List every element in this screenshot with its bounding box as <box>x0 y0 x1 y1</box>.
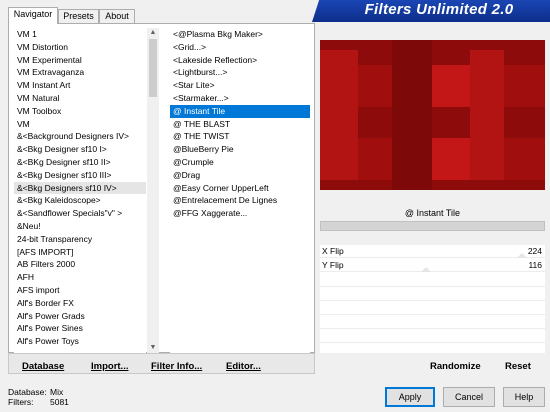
scroll-down-icon[interactable]: ▼ <box>147 343 159 353</box>
filter-item[interactable]: @BlueBerry Pie <box>170 143 310 156</box>
database-button[interactable]: Database <box>22 361 64 373</box>
category-item[interactable]: VM Toolbox <box>14 105 146 118</box>
param-label: Y Flip <box>322 260 344 270</box>
reset-button[interactable]: Reset <box>505 361 531 372</box>
param-row-empty <box>320 286 545 287</box>
filter-item[interactable]: @Entrelacement De Lignes <box>170 194 310 207</box>
cancel-button[interactable]: Cancel <box>443 387 495 407</box>
randomize-button[interactable]: Randomize <box>430 361 481 372</box>
tab-navigator[interactable]: Navigator <box>8 7 58 24</box>
category-item[interactable]: Alf's Power Sines <box>14 322 146 335</box>
filter-item[interactable]: @FFG Xaggerate... <box>170 207 310 220</box>
filters-count-label: Filters: <box>8 397 34 407</box>
database-status-label: Database: <box>8 387 47 397</box>
param-row-empty <box>320 342 545 343</box>
preview-band <box>470 50 504 180</box>
tab-about[interactable]: About <box>99 9 135 23</box>
category-item[interactable]: &<Bkg Designer sf10 I> <box>14 143 146 156</box>
category-item[interactable]: VM Instant Art <box>14 79 146 92</box>
category-item[interactable]: &<Bkg Kaleidoscope> <box>14 194 146 207</box>
category-item[interactable]: VM Distortion <box>14 41 146 54</box>
filter-item[interactable]: <Lightburst...> <box>170 66 310 79</box>
category-item[interactable]: VM Experimental <box>14 54 146 67</box>
import-button[interactable]: Import... <box>91 361 128 373</box>
category-list[interactable]: VM 1 VM Distortion VM Experimental VM Extra… <box>14 28 146 353</box>
param-x-flip[interactable]: X Flip 224 <box>320 245 545 258</box>
param-row-empty <box>320 300 545 301</box>
progress-bar <box>320 221 545 231</box>
category-item[interactable]: &<Sandflower Specials"v" > <box>14 207 146 220</box>
category-item[interactable]: Alf's Border FX <box>14 297 146 310</box>
filter-item[interactable]: <Grid...> <box>170 41 310 54</box>
filter-item[interactable]: <@Plasma Bkg Maker> <box>170 28 310 41</box>
category-item[interactable]: &<Bkg Designer sf10 III> <box>14 169 146 182</box>
help-button[interactable]: Help <box>503 387 545 407</box>
category-item[interactable]: VM Extravaganza <box>14 66 146 79</box>
param-label: X Flip <box>322 246 344 256</box>
filter-item[interactable]: @ THE BLAST <box>170 118 310 131</box>
param-row-empty <box>320 314 545 315</box>
category-item[interactable]: AFH <box>14 271 146 284</box>
filter-item[interactable]: @Easy Corner UpperLeft <box>170 182 310 195</box>
parameter-list: X Flip 224 Y Flip 116 <box>320 245 545 353</box>
slider-thumb[interactable] <box>421 267 431 272</box>
preview-band <box>320 50 358 180</box>
preview-band <box>432 138 470 180</box>
slider-thumb[interactable] <box>517 253 527 258</box>
category-item[interactable]: &<Background Designers IV> <box>14 130 146 143</box>
category-scrollbar[interactable]: ▲ ▼ <box>147 28 159 353</box>
category-item[interactable]: Alf's Power Toys <box>14 335 146 348</box>
category-item[interactable]: 24-bit Transparency <box>14 233 146 246</box>
apply-button[interactable]: Apply <box>385 387 435 407</box>
preview-band <box>432 65 470 107</box>
filter-item[interactable]: @ THE TWIST <box>170 130 310 143</box>
category-item[interactable]: Alf's Power Grads <box>14 310 146 323</box>
category-item[interactable]: [AFS IMPORT] <box>14 246 146 259</box>
category-item[interactable]: &Neu! <box>14 220 146 233</box>
scrollbar-thumb[interactable] <box>149 39 157 97</box>
filter-item[interactable]: @ Instant Tile <box>170 104 310 118</box>
param-row-empty <box>320 328 545 329</box>
param-value: 116 <box>528 260 542 270</box>
filter-preview <box>320 40 545 190</box>
editor-button[interactable]: Editor... <box>226 361 261 373</box>
filter-info-button[interactable]: Filter Info... <box>151 361 202 373</box>
category-item[interactable]: AFS import <box>14 284 146 297</box>
selected-filter-name: @ Instant Tile <box>320 206 545 220</box>
filter-item[interactable]: <Star Lite> <box>170 79 310 92</box>
filters-count-value: 5081 <box>50 397 69 407</box>
category-item[interactable]: &<Bkg Designers sf10 IV> <box>14 181 146 195</box>
filter-item[interactable]: <Starmaker...> <box>170 92 310 105</box>
filter-item[interactable]: <Lakeside Reflection> <box>170 54 310 67</box>
filter-item[interactable]: @Drag <box>170 169 310 182</box>
param-value: 224 <box>527 246 542 256</box>
filter-item[interactable]: @Crumple <box>170 156 310 169</box>
database-status-value: Mix <box>50 387 64 397</box>
param-y-flip[interactable]: Y Flip 116 <box>320 259 545 272</box>
category-item[interactable]: VM Natural <box>14 92 146 105</box>
app-title: Filters Unlimited 2.0 <box>364 1 514 18</box>
tab-presets[interactable]: Presets <box>58 9 99 23</box>
scroll-up-icon[interactable]: ▲ <box>147 28 159 38</box>
filter-list[interactable]: <@Plasma Bkg Maker> <Grid...> <Lakeside Re… <box>170 28 310 353</box>
category-item[interactable]: AB Filters 2000 <box>14 258 146 271</box>
category-item[interactable]: VM 1 <box>14 28 146 41</box>
preview-band <box>392 40 432 190</box>
category-item[interactable]: &<BKg Designer sf10 II> <box>14 156 146 169</box>
category-item[interactable]: VM <box>14 118 146 131</box>
